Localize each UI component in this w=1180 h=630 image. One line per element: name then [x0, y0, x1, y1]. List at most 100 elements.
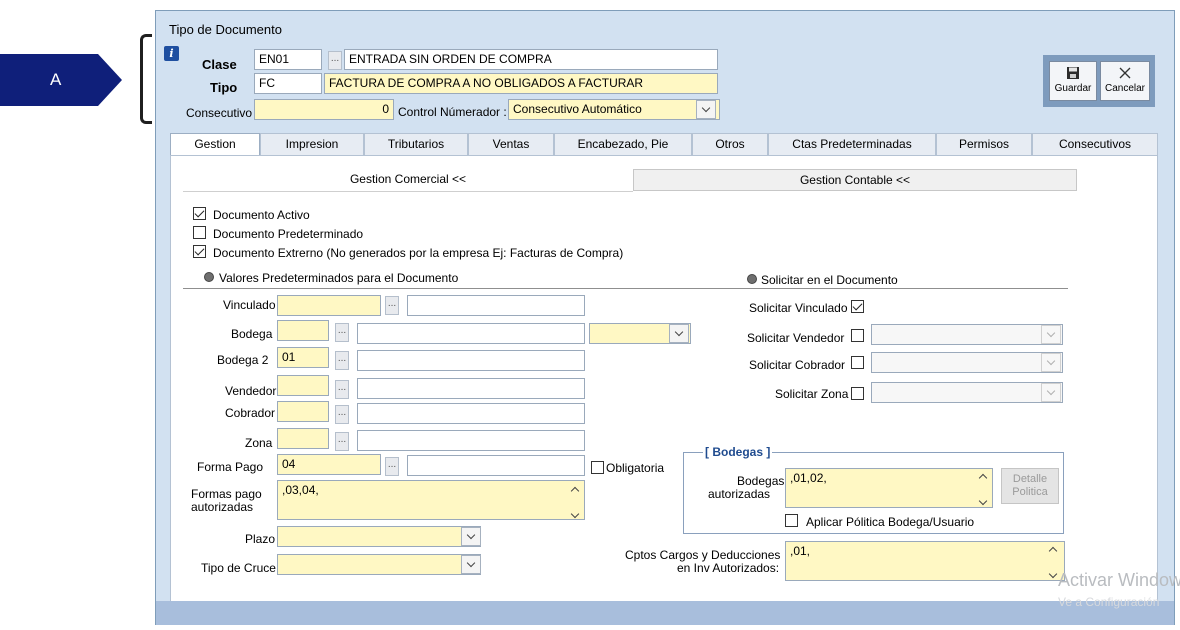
- documento-activo-checkbox[interactable]: [193, 207, 206, 220]
- vendedor-label: Vendedor: [225, 384, 277, 398]
- valores-section-title: Valores Predeterminados para el Document…: [219, 271, 459, 285]
- tab-permisos[interactable]: Permisos: [936, 133, 1032, 155]
- plazo-dropdown[interactable]: [461, 527, 481, 546]
- clase-description-field[interactable]: ENTRADA SIN ORDEN DE COMPRA: [344, 49, 718, 70]
- vinculado-name-field[interactable]: [407, 295, 585, 316]
- bodega-name-field[interactable]: [357, 323, 585, 344]
- save-button[interactable]: Guardar: [1049, 61, 1097, 101]
- zona-name-field[interactable]: [357, 430, 585, 451]
- documento-externo-label: Documento Extrerno (No generados por la …: [213, 246, 624, 260]
- tab-tributarios[interactable]: Tributarios: [364, 133, 468, 155]
- solicitar-vendedor-checkbox[interactable]: [851, 329, 864, 342]
- solicitar-zona-dropdown[interactable]: [1041, 383, 1061, 402]
- vendedor-code-field[interactable]: [277, 375, 329, 396]
- chevron-up-icon: [570, 486, 580, 496]
- vendedor-name-field[interactable]: [357, 378, 585, 399]
- solicitar-cobrador-checkbox[interactable]: [851, 356, 864, 369]
- solicitar-zona-select[interactable]: [871, 382, 1063, 403]
- cobrador-lookup-button[interactable]: ...: [335, 405, 349, 424]
- cobrador-code-field[interactable]: [277, 401, 329, 422]
- consecutivo-field[interactable]: 0: [254, 99, 394, 120]
- solicitar-vendedor-label: Solicitar Vendedor: [747, 331, 845, 345]
- tipo-description-field[interactable]: FACTURA DE COMPRA A NO OBLIGADOS A FACTU…: [324, 73, 718, 94]
- tab-encabezado-pie[interactable]: Encabezado, Pie: [554, 133, 692, 155]
- solicitar-zona-label: Solicitar Zona: [775, 387, 849, 401]
- clase-code-field[interactable]: EN01: [254, 49, 322, 70]
- aplicar-politica-checkbox[interactable]: [785, 514, 798, 527]
- bodegas-scrollbar[interactable]: [975, 472, 991, 506]
- forma-pago-code-field[interactable]: 04: [277, 454, 381, 475]
- bodega2-name-field[interactable]: [357, 350, 585, 371]
- document-type-window: Tipo de Documento i Clase EN01 ... ENTRA…: [155, 10, 1175, 625]
- close-icon: [1119, 67, 1131, 79]
- zona-lookup-button[interactable]: ...: [335, 432, 349, 451]
- obligatoria-checkbox[interactable]: [591, 461, 604, 474]
- vendedor-lookup-button[interactable]: ...: [335, 380, 349, 399]
- tab-gestion[interactable]: Gestion: [170, 133, 260, 156]
- vinculado-label: Vinculado: [223, 298, 276, 312]
- forma-pago-lookup-button[interactable]: ...: [385, 457, 399, 476]
- cobrador-name-field[interactable]: [357, 403, 585, 424]
- cptos-autorizados-textarea[interactable]: ,01,: [785, 541, 1065, 581]
- solicitar-cobrador-label: Solicitar Cobrador: [749, 358, 846, 372]
- tab-consecutivos[interactable]: Consecutivos: [1032, 133, 1158, 155]
- forma-pago-name-field[interactable]: [407, 455, 585, 476]
- clase-label: Clase: [202, 57, 237, 72]
- cancel-button[interactable]: Cancelar: [1100, 61, 1150, 101]
- bodega-lookup-button[interactable]: ...: [335, 323, 349, 342]
- chevron-down-icon: [466, 558, 476, 568]
- control-numerador-dropdown[interactable]: [696, 100, 716, 119]
- chevron-down-icon: [1046, 356, 1056, 366]
- vinculado-code-field[interactable]: [277, 295, 381, 316]
- solicitar-section-title: Solicitar en el Documento: [761, 273, 898, 287]
- tab-ventas[interactable]: Ventas: [468, 133, 554, 155]
- annotation-bracket: [140, 34, 152, 124]
- solicitar-vinculado-checkbox[interactable]: [851, 300, 864, 313]
- tipo-code-field[interactable]: FC: [254, 73, 322, 94]
- subtab-divider: [183, 191, 633, 192]
- chevron-down-icon: [674, 327, 684, 337]
- plazo-label: Plazo: [245, 532, 276, 546]
- subtab-gestion-contable[interactable]: Gestion Contable <<: [633, 169, 1077, 191]
- control-numerador-select[interactable]: Consecutivo Automático: [508, 99, 720, 120]
- tab-ctas-predeterminadas[interactable]: Ctas Predeterminadas: [768, 133, 936, 155]
- bodega-dropdown[interactable]: [669, 324, 689, 343]
- solicitar-cobrador-dropdown[interactable]: [1041, 353, 1061, 372]
- aplicar-politica-label: Aplicar Pólitica Bodega/Usuario: [806, 515, 975, 529]
- tab-otros[interactable]: Otros: [692, 133, 768, 155]
- bodegas-autorizadas-textarea[interactable]: ,01,02,: [785, 468, 993, 508]
- documento-externo-checkbox[interactable]: [193, 245, 206, 258]
- solicitar-zona-checkbox[interactable]: [851, 387, 864, 400]
- zona-code-field[interactable]: [277, 428, 329, 449]
- control-numerador-label: Control Númerador :: [398, 105, 507, 119]
- tipo-cruce-dropdown[interactable]: [461, 555, 481, 574]
- status-bar: [156, 601, 1174, 625]
- bodega2-label: Bodega 2: [217, 353, 269, 367]
- floppy-disk-icon: [1067, 67, 1079, 79]
- vinculado-lookup-button[interactable]: ...: [385, 296, 399, 315]
- formas-pago-scrollbar[interactable]: [567, 485, 583, 519]
- plazo-select[interactable]: [277, 526, 481, 547]
- bodega2-lookup-button[interactable]: ...: [335, 351, 349, 370]
- solicitar-cobrador-select[interactable]: [871, 352, 1063, 373]
- section-divider: [183, 288, 1068, 289]
- consecutivo-label: Consecutivo: [186, 106, 253, 120]
- detalle-politica-button[interactable]: Detalle Politica: [1001, 468, 1059, 504]
- clase-lookup-button[interactable]: ...: [328, 51, 342, 70]
- solicitar-vendedor-select[interactable]: [871, 324, 1063, 345]
- bullet-icon: [204, 272, 214, 282]
- documento-predeterminado-label: Documento Predeterminado: [213, 227, 364, 241]
- cobrador-label: Cobrador: [225, 406, 276, 420]
- subtab-gestion-comercial[interactable]: Gestion Comercial <<: [183, 169, 633, 191]
- documento-predeterminado-checkbox[interactable]: [193, 226, 206, 239]
- bodega-code-field[interactable]: [277, 320, 329, 341]
- tipo-cruce-select[interactable]: [277, 554, 481, 575]
- save-button-label: Guardar: [1054, 83, 1092, 94]
- tab-impresion[interactable]: Impresion: [260, 133, 364, 155]
- gestion-tab-panel: Gestion Comercial << Gestion Contable <<…: [170, 155, 1158, 608]
- info-icon[interactable]: i: [164, 46, 179, 61]
- solicitar-vendedor-dropdown[interactable]: [1041, 325, 1061, 344]
- bodega2-code-field[interactable]: 01: [277, 347, 329, 368]
- chevron-up-icon: [1048, 546, 1058, 556]
- formas-pago-autorizadas-textarea[interactable]: ,03,04,: [277, 480, 585, 520]
